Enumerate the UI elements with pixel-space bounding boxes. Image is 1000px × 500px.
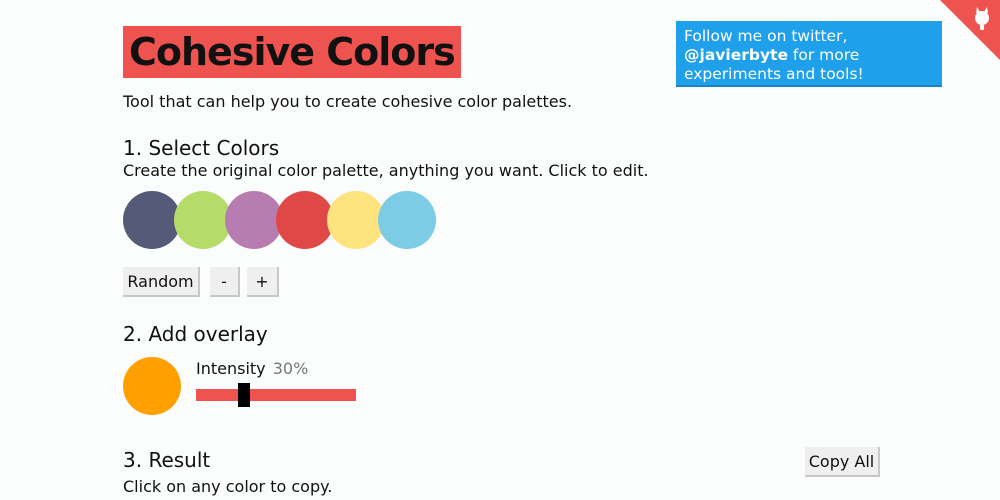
step3-description: Click on any color to copy.: [123, 477, 333, 496]
palette-color-3[interactable]: [225, 191, 283, 249]
palette-color-5[interactable]: [327, 191, 385, 249]
title-banner: Cohesive Colors: [123, 26, 461, 78]
intensity-slider-thumb[interactable]: [238, 383, 250, 407]
palette-color-2[interactable]: [174, 191, 232, 249]
palette-color-4[interactable]: [276, 191, 334, 249]
copy-all-button[interactable]: Copy All: [805, 447, 880, 477]
intensity-slider-track[interactable]: [196, 389, 356, 401]
intensity-value: 30%: [272, 359, 309, 378]
github-corner-link[interactable]: [940, 0, 1000, 60]
twitter-line-2-rest: for more: [787, 46, 860, 64]
step1-description: Create the original color palette, anyth…: [123, 161, 649, 180]
page: Cohesive Colors Tool that can help you t…: [0, 0, 1000, 500]
palette-color-6[interactable]: [378, 191, 436, 249]
twitter-line-2: @javierbyte for more: [684, 46, 942, 65]
step1-heading: 1. Select Colors: [123, 136, 280, 160]
twitter-line-1: Follow me on twitter,: [684, 27, 848, 45]
twitter-handle-link[interactable]: @javierbyte: [684, 46, 788, 64]
twitter-line-3: experiments and tools!: [684, 65, 864, 83]
page-subtitle: Tool that can help you to create cohesiv…: [123, 92, 573, 111]
add-color-button[interactable]: +: [247, 267, 279, 297]
github-corner-ribbon: [940, 0, 1000, 60]
step3-heading: 3. Result: [123, 448, 211, 472]
intensity-label-row: Intensity 30%: [196, 359, 308, 378]
page-title: Cohesive Colors: [129, 30, 456, 74]
random-button[interactable]: Random: [123, 267, 200, 297]
remove-color-button[interactable]: -: [210, 267, 240, 297]
step2-heading: 2. Add overlay: [123, 322, 268, 346]
palette-swatches: [123, 191, 443, 249]
overlay-color[interactable]: [123, 357, 181, 415]
twitter-promo[interactable]: Follow me on twitter, @javierbyte for mo…: [676, 21, 942, 87]
palette-color-1[interactable]: [123, 191, 181, 249]
intensity-label: Intensity: [196, 359, 266, 378]
